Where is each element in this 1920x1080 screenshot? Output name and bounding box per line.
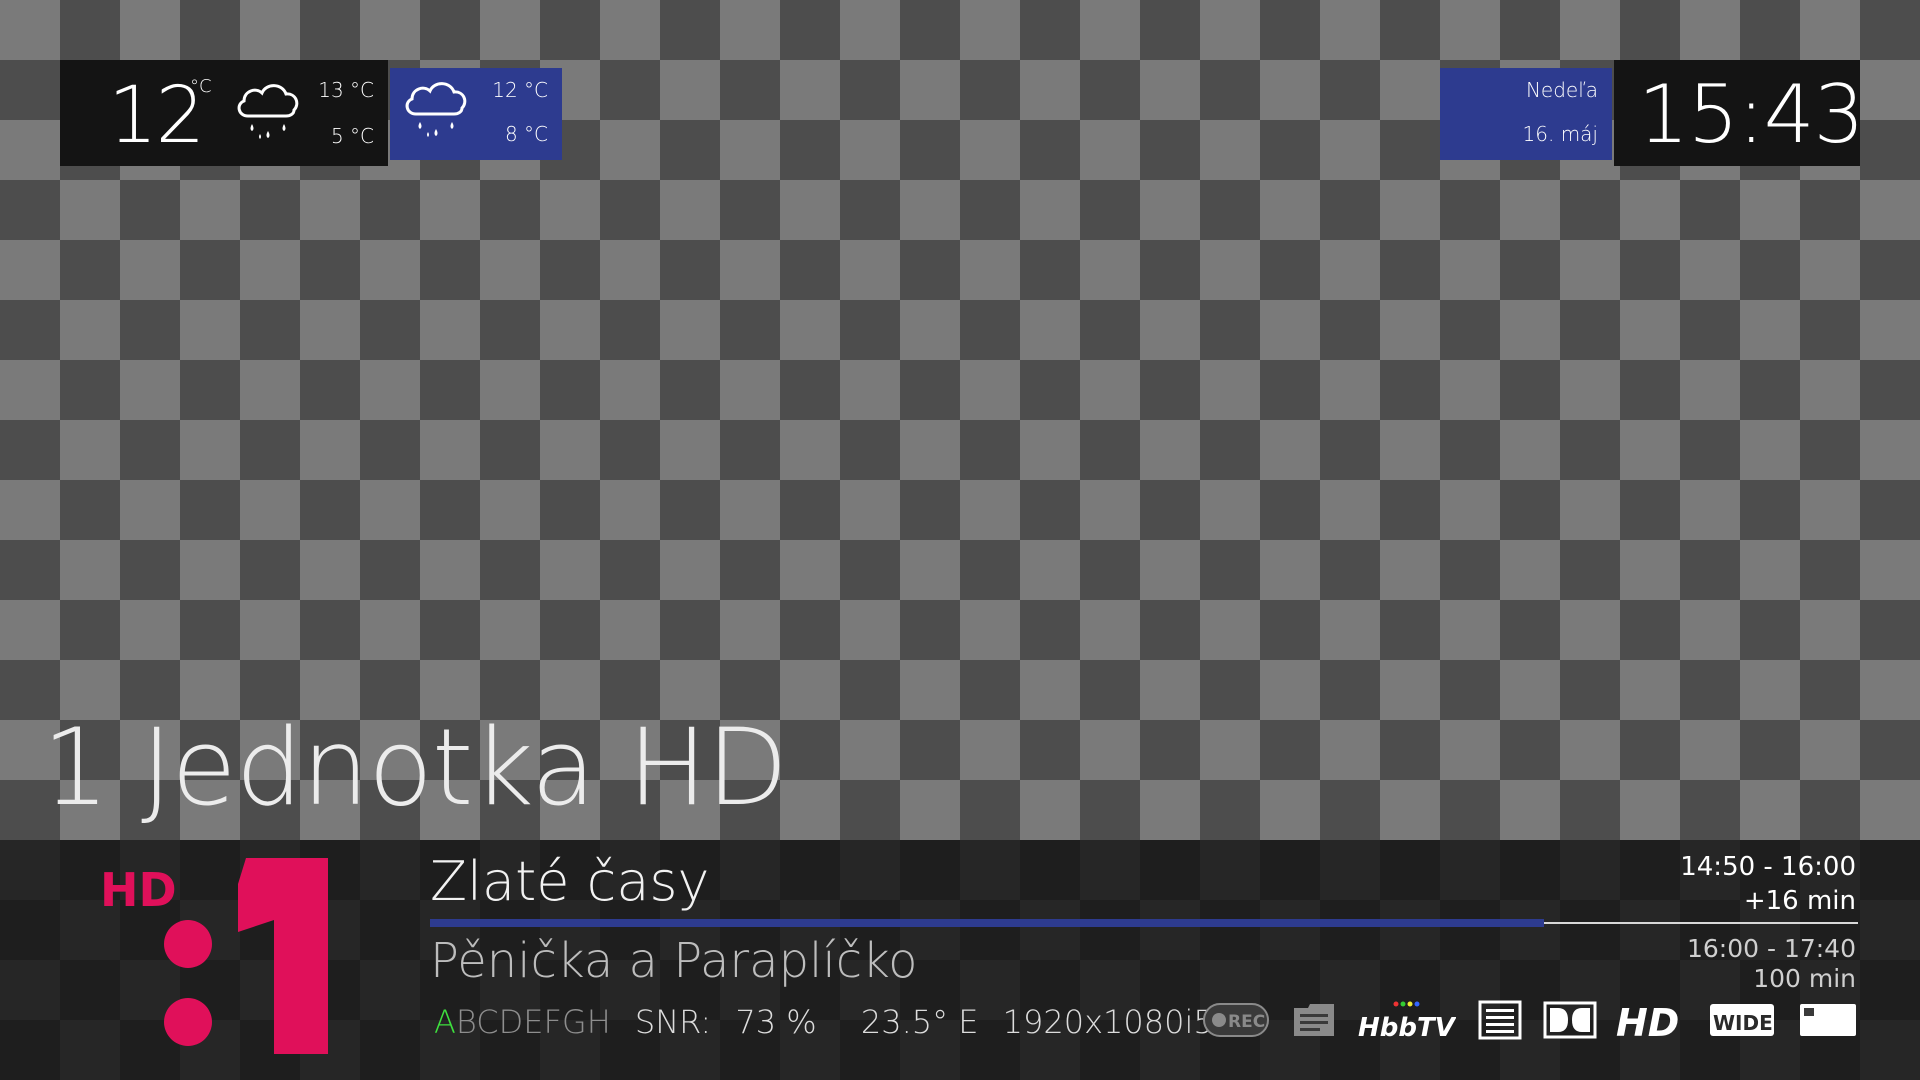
info-bar: HD Zlaté časy Pěnička a Paraplíčko 14:50…	[0, 840, 1920, 1080]
tomorrow-high-temperature: 12 °C	[492, 78, 548, 102]
date-panel: Nedeľa 16. máj	[1440, 68, 1612, 160]
aspect-ratio-icon	[1800, 1004, 1856, 1036]
next-program-time: 16:00 - 17:40	[1686, 934, 1856, 963]
logo-colon-dot-bottom	[164, 998, 212, 1046]
day-name: Nedeľa	[1525, 78, 1598, 102]
dolby-icon	[1543, 1001, 1597, 1039]
svg-text:REC: REC	[1228, 1012, 1265, 1032]
current-program-remaining: +16 min	[1743, 886, 1856, 916]
video-resolution: 1920x1080i50	[1002, 1003, 1235, 1041]
svg-text:HbbTV: HbbTV	[1358, 1013, 1456, 1042]
today-high-temperature: 13 °C	[318, 78, 374, 102]
current-temperature: 12	[108, 71, 205, 161]
logo-one-numeral	[238, 858, 328, 1054]
next-program-title: Pěnička a Paraplíčko	[430, 933, 918, 989]
logo-colon-dot-top	[164, 920, 212, 968]
date-text: 16. máj	[1522, 122, 1598, 146]
subtitles-icon	[1294, 1004, 1334, 1036]
today-low-temperature: 5 °C	[330, 124, 374, 148]
logo-hd-text: HD	[100, 863, 177, 917]
current-program-time: 14:50 - 16:00	[1680, 852, 1856, 882]
svg-text:HD: HD	[1616, 1001, 1679, 1042]
hbbtv-icon: HbbTV	[1358, 1001, 1456, 1042]
tuner-active: A	[434, 1003, 456, 1041]
current-program-title: Zlaté časy	[430, 850, 710, 913]
weather-tomorrow-panel: 12 °C 8 °C	[390, 68, 562, 160]
clock-panel: 15:43	[1614, 60, 1865, 166]
tuner-list: BCDEFGH	[455, 1003, 611, 1041]
teletext-icon	[1478, 1000, 1522, 1040]
program-progress-fill	[430, 919, 1544, 927]
tomorrow-low-temperature: 8 °C	[504, 122, 548, 146]
channel-title: 1 Jednotka HD	[42, 706, 788, 829]
rain-cloud-icon	[405, 82, 467, 137]
program-progress-bar	[430, 919, 1858, 927]
snr-label: SNR:	[634, 1003, 712, 1041]
clock-time: 15:43	[1638, 68, 1865, 161]
signal-status-row: ABCDEFGH SNR: 73 % 23.5° E 1920x1080i50	[434, 1000, 1234, 1044]
snr-value: 73 %	[735, 1003, 817, 1041]
temperature-unit: °C	[190, 76, 212, 97]
widescreen-icon: WIDE	[1710, 1004, 1774, 1036]
rec-icon: REC	[1203, 1003, 1269, 1037]
weather-today-panel: 12 °C 13 °C 5 °C	[60, 60, 388, 166]
satellite-position: 23.5° E	[860, 1003, 979, 1041]
hd-icon: HD	[1616, 1001, 1679, 1042]
svg-text:WIDE: WIDE	[1713, 1011, 1773, 1035]
rain-cloud-icon	[237, 84, 299, 139]
channel-logo: HD	[100, 858, 328, 1054]
next-program-duration: 100 min	[1753, 964, 1856, 993]
